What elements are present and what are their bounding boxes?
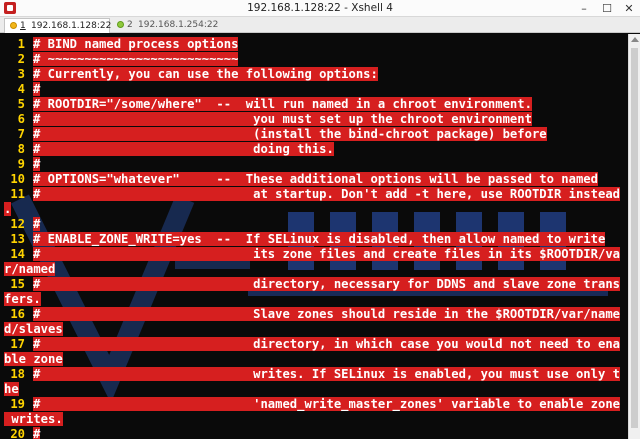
line-text: #: [33, 427, 41, 439]
line-text: # 'named_write_master_zones' variable to…: [33, 397, 620, 412]
terminal-output[interactable]: 1 # BIND named process options 2 # ~~~~~~~~…: [0, 34, 628, 439]
line-text: # ENABLE_ZONE_WRITE=yes -- If SELinux is…: [33, 232, 606, 247]
line-number: 8: [17, 142, 25, 156]
window-title: 192.168.1.128:22 - Xshell 4: [247, 2, 393, 14]
highlighted-text: # ~~~~~~~~~~~~~~~~~~~~~~~~~~: [33, 52, 239, 66]
highlighted-text: .: [4, 202, 12, 216]
highlighted-text: r/named: [4, 262, 56, 276]
line-number: 12: [10, 217, 25, 231]
session-tab-bar: 1 192.168.1.128:22 2 192.168.1.254:22 ◂ …: [0, 17, 640, 45]
close-button[interactable]: ✕: [618, 0, 640, 17]
line-text: ble zone: [4, 352, 63, 367]
line-text: # its zone files and create files in its…: [33, 247, 620, 262]
highlighted-text: ble zone: [4, 352, 63, 366]
line-text: writes.: [4, 412, 63, 427]
line-text: # directory, in which case you would not…: [33, 337, 620, 352]
line-number: 4: [17, 82, 25, 96]
tab-session-2[interactable]: 2 192.168.1.254:22: [112, 18, 218, 33]
line-number: 5: [17, 97, 25, 111]
line-text: # (install the bind-chroot package) befo…: [33, 127, 547, 142]
line-text: .: [4, 202, 12, 217]
scroll-thumb[interactable]: [631, 48, 638, 428]
highlighted-text: #: [33, 157, 41, 171]
highlighted-text: # doing this.: [33, 142, 334, 156]
line-text: #: [33, 82, 41, 97]
highlighted-text: # 'named_write_master_zones' variable to…: [33, 397, 620, 411]
highlighted-text: # (install the bind-chroot package) befo…: [33, 127, 547, 141]
line-text: # Currently, you can use the following o…: [33, 67, 378, 82]
highlighted-text: # Slave zones should reside in the $ROOT…: [33, 307, 620, 321]
tab-number: 1: [20, 21, 26, 31]
line-number: 14: [10, 247, 25, 261]
highlighted-text: d/slaves: [4, 322, 63, 336]
tab-session-1[interactable]: 1 192.168.1.128:22: [4, 18, 112, 33]
line-text: # doing this.: [33, 142, 334, 157]
highlighted-text: # ENABLE_ZONE_WRITE=yes -- If SELinux is…: [33, 232, 606, 246]
line-text: r/named: [4, 262, 56, 277]
highlighted-text: writes.: [4, 412, 63, 426]
line-text: d/slaves: [4, 322, 63, 337]
connected-status-icon: [10, 22, 17, 29]
line-text: # writes. If SELinux is enabled, you mus…: [33, 367, 620, 382]
highlighted-text: # at startup. Don't add -t here, use ROO…: [33, 187, 620, 201]
minimize-button[interactable]: –: [573, 0, 595, 17]
connected-status-icon: [117, 21, 124, 28]
line-number: 9: [17, 157, 25, 171]
highlighted-text: # BIND named process options: [33, 37, 239, 51]
highlighted-text: # ROOTDIR="/some/where" -- will run name…: [33, 97, 532, 111]
line-number: 11: [10, 187, 25, 201]
line-text: fers.: [4, 292, 41, 307]
tab-number: 2: [127, 20, 133, 30]
line-text: # you must set up the chroot environment: [33, 112, 532, 127]
scroll-up-icon[interactable]: [631, 37, 639, 42]
highlighted-text: #: [33, 82, 41, 96]
line-number: 15: [10, 277, 25, 291]
highlighted-text: # directory, necessary for DDNS and slav…: [33, 277, 620, 291]
line-number: 13: [10, 232, 25, 246]
line-text: # at startup. Don't add -t here, use ROO…: [33, 187, 620, 202]
line-text: # directory, necessary for DDNS and slav…: [33, 277, 620, 292]
highlighted-text: fers.: [4, 292, 41, 306]
highlighted-text: #: [33, 217, 41, 231]
line-text: # ~~~~~~~~~~~~~~~~~~~~~~~~~~: [33, 52, 239, 67]
highlighted-text: # writes. If SELinux is enabled, you mus…: [33, 367, 620, 381]
line-text: #: [33, 217, 41, 232]
line-text: # Slave zones should reside in the $ROOT…: [33, 307, 620, 322]
line-text: he: [4, 382, 19, 397]
vertical-scrollbar[interactable]: [628, 34, 640, 439]
line-number: 6: [17, 112, 25, 126]
highlighted-text: # you must set up the chroot environment: [33, 112, 532, 126]
line-number: 3: [17, 67, 25, 81]
highlighted-text: # its zone files and create files in its…: [33, 247, 620, 261]
maximize-button[interactable]: ☐: [596, 0, 618, 17]
line-number: 7: [17, 127, 25, 141]
line-number: 18: [10, 367, 25, 381]
line-text: # OPTIONS="whatever" -- These additional…: [33, 172, 598, 187]
line-number: 16: [10, 307, 25, 321]
tab-label: 192.168.1.128:22: [31, 21, 112, 31]
line-number: 2: [17, 52, 25, 66]
line-number: 1: [17, 37, 25, 51]
highlighted-text: # Currently, you can use the following o…: [33, 67, 378, 81]
line-text: # ROOTDIR="/some/where" -- will run name…: [33, 97, 532, 112]
line-number: 19: [10, 397, 25, 411]
line-text: #: [33, 157, 41, 172]
line-number: 20: [10, 427, 25, 439]
title-bar: 192.168.1.128:22 - Xshell 4 – ☐ ✕: [0, 0, 640, 17]
highlighted-text: #: [33, 427, 41, 439]
highlighted-text: he: [4, 382, 19, 396]
line-text: # BIND named process options: [33, 37, 239, 52]
highlighted-text: # directory, in which case you would not…: [33, 337, 620, 351]
highlighted-text: # OPTIONS="whatever" -- These additional…: [33, 172, 598, 186]
line-number: 10: [10, 172, 25, 186]
tab-label: 192.168.1.254:22: [138, 20, 219, 30]
line-number: 17: [10, 337, 25, 351]
